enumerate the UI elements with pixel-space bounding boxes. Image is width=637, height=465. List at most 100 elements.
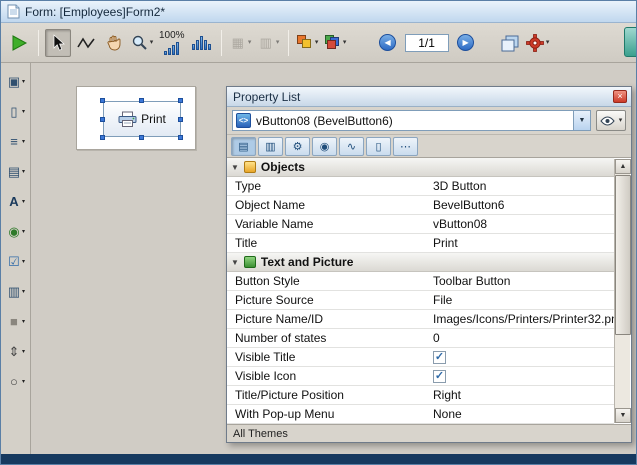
property-row-picture-name[interactable]: Picture Name/ID Images/Icons/Printers/Pr…	[227, 310, 614, 329]
chevron-down-icon[interactable]: ▾	[343, 39, 347, 46]
property-value[interactable]: vButton08	[429, 217, 614, 231]
zoom-tool-button[interactable]: ▾	[129, 29, 155, 57]
previous-page-button[interactable]: ◀	[375, 29, 401, 57]
palette-tool-splitter[interactable]: ⇕▾	[2, 338, 30, 365]
tab-more[interactable]: ⋯	[393, 137, 418, 156]
next-page-button[interactable]: ▶	[453, 29, 479, 57]
property-value[interactable]: Print	[429, 236, 614, 250]
property-row-visible-title[interactable]: Visible Title ✓	[227, 348, 614, 367]
hand-tool-button[interactable]	[101, 29, 127, 57]
property-row-with-popup-menu[interactable]: With Pop-up Menu None	[227, 405, 614, 424]
chevron-down-icon[interactable]: ▾	[22, 168, 25, 175]
property-list-scrollbar[interactable]: ▲ ▼	[614, 159, 630, 423]
property-row-variable-name[interactable]: Variable Name vButton08	[227, 215, 614, 234]
tab-events[interactable]: ◉	[312, 137, 337, 156]
property-value[interactable]: 3D Button	[429, 179, 614, 193]
palette-tool-static-text[interactable]: A▾	[2, 188, 30, 215]
pen-tool-button[interactable]	[73, 29, 99, 57]
scrollbar-thumb[interactable]	[615, 175, 631, 335]
tab-actions[interactable]: ⚙	[285, 137, 310, 156]
chevron-down-icon[interactable]: ▾	[22, 288, 25, 295]
chevron-down-icon[interactable]: ▾	[22, 198, 25, 205]
property-row-title-picture-position[interactable]: Title/Picture Position Right	[227, 386, 614, 405]
property-row-type[interactable]: Type 3D Button	[227, 177, 614, 196]
property-value[interactable]: Images/Icons/Printers/Printer32.png	[429, 312, 614, 326]
collapse-triangle-icon[interactable]: ▼	[231, 258, 239, 267]
selection-handle[interactable]	[100, 98, 105, 103]
visible-icon-checkbox[interactable]: ✓	[433, 370, 446, 383]
selection-handle[interactable]	[178, 135, 183, 140]
chevron-down-icon[interactable]: ▾	[150, 39, 154, 46]
property-value[interactable]: BevelButton6	[429, 198, 614, 212]
chevron-down-icon[interactable]: ▾	[22, 138, 25, 145]
chevron-down-icon[interactable]: ▾	[22, 258, 25, 265]
property-row-object-name[interactable]: Object Name BevelButton6	[227, 196, 614, 215]
alignment-dropdown-button[interactable]: ▦ ▾	[228, 29, 254, 57]
close-icon[interactable]: ×	[613, 90, 627, 103]
chevron-down-icon[interactable]: ▾	[22, 108, 25, 115]
print-button-object[interactable]: Print	[103, 101, 181, 137]
palette-tool-oval[interactable]: ○▾	[2, 368, 30, 395]
levels-button[interactable]	[497, 29, 523, 57]
chevron-down-icon[interactable]: ▼	[573, 111, 590, 130]
scroll-up-icon[interactable]: ▲	[615, 159, 631, 174]
chevron-down-icon[interactable]: ▾	[22, 318, 25, 325]
chevron-down-icon[interactable]: ▾	[22, 378, 25, 385]
collapse-triangle-icon[interactable]: ▼	[231, 163, 239, 172]
tab-page[interactable]: ▥	[258, 137, 283, 156]
property-row-picture-source[interactable]: Picture Source File	[227, 291, 614, 310]
property-row-title[interactable]: Title Print	[227, 234, 614, 253]
object-style-dropdown-button[interactable]: ▾	[323, 29, 349, 57]
visibility-options-button[interactable]: ▾	[596, 110, 626, 131]
settings-button[interactable]: ▾	[525, 29, 551, 57]
tab-property-list[interactable]: ▤	[231, 137, 256, 156]
chevron-down-icon[interactable]: ▾	[315, 39, 319, 46]
palette-tool-check-box[interactable]: ☑▾	[2, 248, 30, 275]
section-header-objects[interactable]: ▼ Objects	[227, 158, 614, 177]
display-scale-button[interactable]	[189, 29, 215, 57]
property-value[interactable]: None	[429, 407, 614, 421]
selection-handle[interactable]	[139, 135, 144, 140]
window-titlebar[interactable]: Form: [Employees]Form2*	[1, 1, 636, 23]
property-value[interactable]: 0	[429, 331, 614, 345]
palette-tool-rectangle[interactable]: ■▾	[2, 308, 30, 335]
selection-handle[interactable]	[100, 135, 105, 140]
property-value[interactable]: Toolbar Button	[429, 274, 614, 288]
chevron-down-icon[interactable]: ▾	[546, 39, 550, 46]
form-page[interactable]: Print	[76, 86, 196, 150]
property-value[interactable]: Right	[429, 388, 614, 402]
selection-handle[interactable]	[100, 117, 105, 122]
page-indicator-field[interactable]: 1/1	[405, 34, 449, 52]
selection-handle[interactable]	[139, 98, 144, 103]
zoom-level-widget[interactable]: 100%	[159, 30, 185, 55]
run-button[interactable]	[6, 29, 32, 57]
selection-handle[interactable]	[178, 117, 183, 122]
palette-tool-input-field[interactable]: ▯▾	[2, 98, 30, 125]
property-list-titlebar[interactable]: Property List ×	[227, 87, 631, 107]
chevron-down-icon[interactable]: ▾	[22, 228, 25, 235]
tab-graph[interactable]: ∿	[339, 137, 364, 156]
property-row-button-style[interactable]: Button Style Toolbar Button	[227, 272, 614, 291]
palette-tool-button-grid[interactable]: ▥▾	[2, 278, 30, 305]
property-value[interactable]: File	[429, 293, 614, 307]
select-tool-button[interactable]	[45, 29, 71, 57]
themes-filter-bar[interactable]: All Themes	[227, 424, 631, 442]
tab-display[interactable]: ▯	[366, 137, 391, 156]
property-row-number-of-states[interactable]: Number of states 0	[227, 329, 614, 348]
form-canvas[interactable]: Print Property List × <>	[31, 63, 636, 454]
visible-title-checkbox[interactable]: ✓	[433, 351, 446, 364]
palette-tool-combo-box[interactable]: ▤▾	[2, 158, 30, 185]
palette-tool-radio-button[interactable]: ◉▾	[2, 218, 30, 245]
selection-handle[interactable]	[178, 98, 183, 103]
clipped-toolbar-button[interactable]	[624, 27, 637, 57]
distribution-dropdown-button[interactable]: ▥ ▾	[256, 29, 282, 57]
palette-tool-text-area[interactable]: ▣▾	[2, 68, 30, 95]
scroll-down-icon[interactable]: ▼	[615, 408, 631, 423]
object-selector-combo[interactable]: <> vButton08 (BevelButton6) ▼	[232, 110, 591, 131]
color-dropdown-button[interactable]: ▾	[295, 29, 321, 57]
property-row-visible-icon[interactable]: Visible Icon ✓	[227, 367, 614, 386]
chevron-down-icon[interactable]: ▾	[22, 78, 25, 85]
chevron-down-icon[interactable]: ▾	[22, 348, 25, 355]
section-header-text-and-picture[interactable]: ▼ Text and Picture	[227, 253, 614, 272]
palette-tool-list-box[interactable]: ≡▾	[2, 128, 30, 155]
